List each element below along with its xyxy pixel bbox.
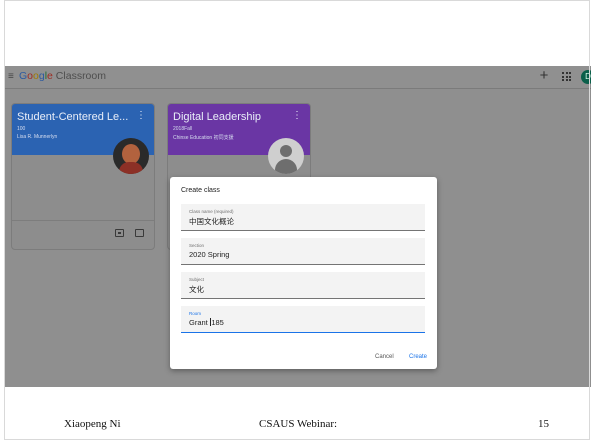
teacher-photo [113, 138, 149, 174]
class-name-field[interactable]: Class name (required) 中国文化概论 [181, 204, 425, 231]
field-value[interactable]: Grant 185 [189, 318, 224, 327]
folder-icon[interactable] [135, 229, 144, 237]
more-vert-icon[interactable]: ⋮ [136, 111, 146, 121]
cancel-button[interactable]: Cancel [375, 354, 394, 360]
field-value[interactable]: 2020 Spring [189, 250, 229, 259]
default-avatar-icon [268, 138, 304, 174]
app-bar: ≡ Google Classroom + D [4, 66, 591, 89]
field-label: Class name (required) [189, 209, 234, 214]
class-card-teacher: Lisa R. Munnerlyn [17, 134, 58, 140]
field-value-after-cursor: 185 [211, 318, 224, 327]
slide-footer-event: CSAUS Webinar: [259, 418, 338, 430]
class-card[interactable]: Student-Centered Le... 100 Lisa R. Munne… [11, 103, 155, 250]
apps-grid-icon[interactable] [562, 72, 571, 81]
class-card-section: 100 [17, 126, 26, 132]
plus-icon[interactable]: + [538, 68, 550, 83]
class-card-title[interactable]: Digital Leadership [173, 111, 261, 123]
class-card-footer [12, 220, 154, 249]
room-field[interactable]: Room Grant 185 [181, 306, 425, 333]
class-card-section: 2018Fall [173, 126, 193, 132]
create-class-dialog: Create class Class name (required) 中国文化概… [170, 177, 437, 369]
classroom-screenshot: ≡ Google Classroom + D Student-Centered … [4, 66, 591, 387]
field-label: Section [189, 243, 205, 248]
field-value-before-cursor: Grant [189, 318, 210, 327]
field-label: Subject [189, 277, 205, 282]
hamburger-menu-icon[interactable]: ≡ [8, 71, 16, 82]
create-button[interactable]: Create [409, 354, 427, 360]
logo-product-name: Classroom [52, 70, 106, 82]
slide-page-number: 15 [538, 418, 549, 430]
subject-field[interactable]: Subject 文化 [181, 272, 425, 299]
field-label: Room [189, 311, 202, 316]
field-value[interactable]: 中国文化概论 [189, 216, 234, 227]
app-logo[interactable]: Google Classroom [19, 70, 106, 83]
class-card-teacher: Chinse Education 初同支援 [173, 135, 234, 141]
slide-top-area [0, 0, 595, 66]
section-field[interactable]: Section 2020 Spring [181, 238, 425, 265]
dialog-title: Create class [181, 187, 220, 194]
assignment-icon[interactable] [115, 229, 124, 237]
class-card-title[interactable]: Student-Centered Le... [17, 111, 128, 123]
slide-footer-author: Xiaopeng Ni [64, 418, 121, 430]
logo-letter: G [19, 70, 28, 82]
user-avatar[interactable]: D [581, 70, 591, 84]
more-vert-icon[interactable]: ⋮ [292, 111, 302, 121]
field-value[interactable]: 文化 [189, 284, 204, 295]
